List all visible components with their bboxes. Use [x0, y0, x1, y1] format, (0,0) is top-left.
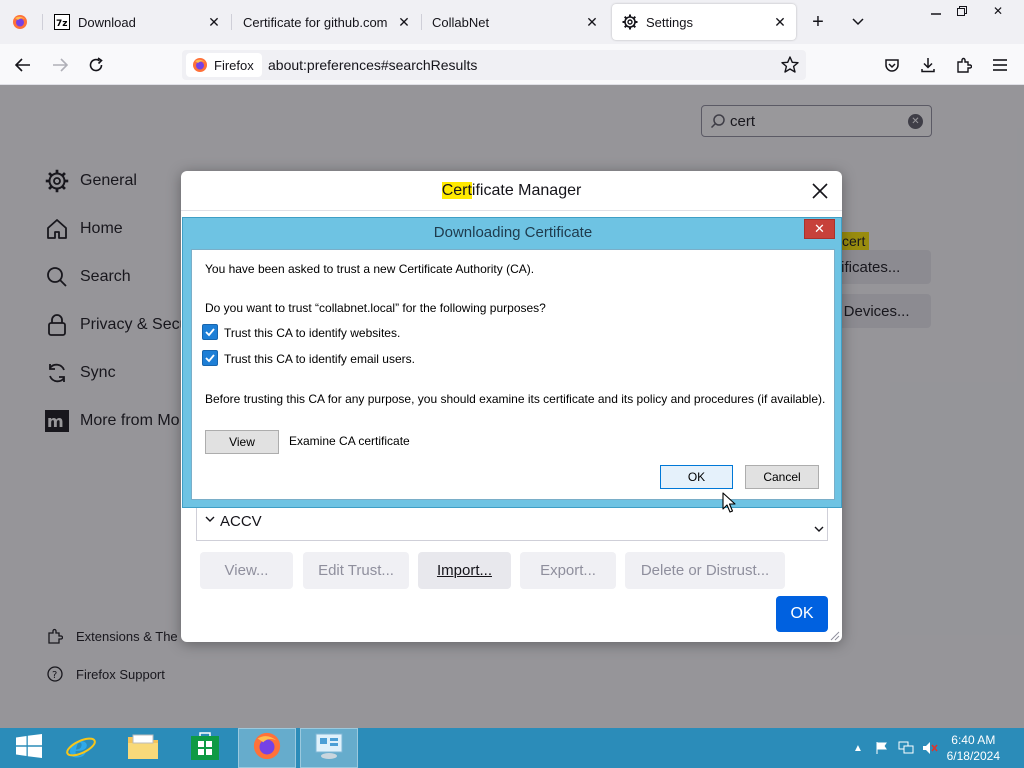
resize-grip-icon[interactable] — [828, 628, 840, 641]
button-label: OK — [790, 605, 814, 622]
list-tabs-chevron-icon[interactable] — [846, 10, 870, 34]
tab-label: Certificate for github.com — [243, 14, 388, 30]
start-button[interactable] — [0, 728, 58, 768]
trust-websites-checkbox[interactable] — [202, 324, 218, 340]
close-tab-icon[interactable]: ✕ — [584, 14, 600, 30]
menu-hamburger-icon[interactable] — [987, 52, 1013, 78]
tab-separator — [42, 14, 43, 30]
identity-label: Firefox — [214, 57, 254, 73]
internet-explorer-icon: e — [65, 730, 97, 767]
internet-explorer-taskbar-button[interactable]: e — [52, 728, 110, 768]
windows-logo-icon — [16, 733, 42, 763]
7zip-icon: 7z — [54, 14, 70, 30]
title-text: ificate Manager — [471, 182, 582, 199]
close-tab-icon[interactable]: ✕ — [772, 14, 788, 30]
tab-settings[interactable]: Settings ✕ — [612, 4, 796, 40]
forward-arrow-icon[interactable] — [47, 52, 73, 78]
folder-icon — [127, 732, 159, 765]
windows-taskbar: e ▲ 6:40 AM 6/18/2024 — [0, 728, 1024, 768]
trust-email-label[interactable]: Trust this CA to identify email users. — [224, 352, 415, 366]
control-panel-taskbar-button[interactable] — [300, 728, 358, 768]
view-button[interactable]: View... — [200, 552, 293, 589]
firefox-logo-icon — [192, 57, 208, 73]
navigation-toolbar: Firefox about:preferences#searchResults — [0, 44, 1024, 85]
examine-ca-label: Examine CA certificate — [289, 434, 410, 448]
control-panel-icon — [314, 732, 344, 765]
export-button[interactable]: Export... — [520, 552, 616, 589]
tab-label: CollabNet — [432, 14, 490, 30]
store-taskbar-button[interactable] — [176, 728, 234, 768]
tab-label: Settings — [646, 14, 693, 30]
button-label: Cancel — [763, 470, 801, 484]
tab-strip: 7z Download ✕ Certificate for github.com… — [0, 0, 1024, 44]
button-label: Export... — [540, 562, 596, 579]
pocket-icon[interactable] — [879, 52, 905, 78]
ok-button[interactable]: OK — [776, 596, 828, 632]
button-label: OK — [687, 470, 706, 484]
downloading-certificate-dialog: Downloading Certificate ✕ You have been … — [182, 217, 842, 508]
file-explorer-taskbar-button[interactable] — [114, 728, 172, 768]
trust-websites-label[interactable]: Trust this CA to identify websites. — [224, 326, 400, 340]
action-center-flag-icon[interactable] — [874, 740, 890, 756]
restore-icon[interactable] — [944, 0, 980, 22]
close-tab-icon[interactable]: ✕ — [206, 14, 222, 30]
bookmark-star-icon[interactable] — [780, 55, 800, 75]
question-text: Do you want to trust “collabnet.local” f… — [205, 301, 546, 315]
reload-icon[interactable] — [83, 52, 109, 78]
button-label: View... — [224, 562, 269, 579]
store-icon — [190, 731, 220, 766]
url-text[interactable]: about:preferences#searchResults — [268, 57, 477, 73]
import-button[interactable]: Import... — [418, 552, 511, 589]
tab-download[interactable]: 7z Download ✕ — [44, 4, 230, 40]
address-bar[interactable]: Firefox about:preferences#searchResults — [182, 50, 806, 80]
tab-collabnet[interactable]: CollabNet ✕ — [422, 4, 608, 40]
tab-certificate-github[interactable]: Certificate for github.com ✕ — [232, 4, 420, 40]
clock-time: 6:40 AM — [951, 733, 996, 747]
new-tab-icon[interactable]: + — [806, 10, 830, 34]
tree-row-label: ACCV — [220, 513, 262, 530]
show-hidden-icons-icon[interactable]: ▲ — [850, 740, 866, 756]
system-clock[interactable]: 6:40 AM 6/18/2024 — [947, 732, 1000, 764]
downloads-icon[interactable] — [915, 52, 941, 78]
close-dialog-button[interactable]: ✕ — [804, 219, 835, 239]
cancel-button[interactable]: Cancel — [745, 465, 819, 489]
close-dialog-icon[interactable] — [810, 181, 830, 201]
identity-box[interactable]: Firefox — [186, 53, 262, 77]
tab-label: Download — [78, 14, 136, 30]
edit-trust-button[interactable]: Edit Trust... — [303, 552, 409, 589]
chevron-down-icon[interactable] — [205, 514, 215, 526]
ok-button[interactable]: OK — [660, 465, 733, 489]
firefox-logo-icon — [252, 731, 282, 766]
close-tab-icon[interactable]: ✕ — [396, 14, 412, 30]
button-label: View — [229, 435, 255, 449]
close-window-icon[interactable]: ✕ — [980, 0, 1016, 22]
trust-email-checkbox[interactable] — [202, 350, 218, 366]
dialog-title: Certificate Manager — [181, 171, 842, 211]
dialog-title: Downloading Certificate — [433, 224, 593, 241]
back-arrow-icon[interactable] — [10, 52, 36, 78]
warning-note-text: Before trusting this CA for any purpose,… — [205, 392, 826, 406]
scroll-down-arrow-icon[interactable] — [814, 525, 824, 536]
network-icon[interactable] — [898, 740, 914, 756]
volume-muted-icon[interactable] — [922, 740, 938, 756]
button-label: Import... — [436, 562, 492, 579]
mouse-pointer-icon — [722, 492, 736, 514]
dialog-body: You have been asked to trust a new Certi… — [191, 249, 835, 500]
button-label: Delete or Distrust... — [640, 562, 770, 579]
button-label: Edit Trust... — [318, 562, 394, 579]
clock-date: 6/18/2024 — [946, 749, 1000, 763]
delete-or-distrust-button[interactable]: Delete or Distrust... — [625, 552, 785, 589]
title-highlight: Cert — [441, 182, 472, 199]
gear-icon — [622, 14, 638, 30]
svg-text:7z: 7z — [56, 19, 68, 29]
view-ca-button[interactable]: View — [205, 430, 279, 454]
firefox-view-icon[interactable] — [8, 10, 32, 34]
firefox-taskbar-button[interactable] — [238, 728, 296, 768]
extensions-icon[interactable] — [951, 52, 977, 78]
intro-text: You have been asked to trust a new Certi… — [205, 262, 535, 276]
